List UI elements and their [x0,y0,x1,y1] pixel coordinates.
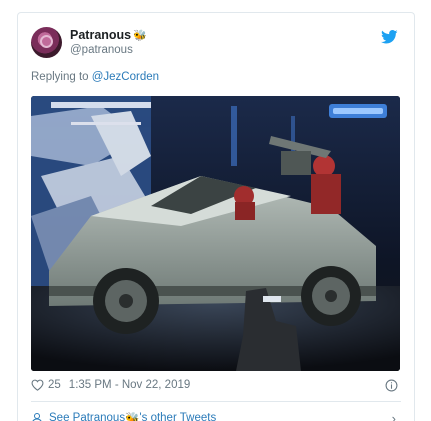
tweet-timestamp[interactable]: 1:35 PM - Nov 22, 2019 [69,379,190,391]
heart-icon[interactable] [31,379,44,391]
divider [31,401,401,402]
info-icon[interactable] [385,379,398,392]
reply-target-link[interactable]: @JezCorden [92,71,159,83]
replying-to: Replying to @JezCorden [31,71,160,83]
author-username[interactable]: @patranous [70,44,133,56]
twitter-bird-icon[interactable] [381,30,398,44]
cybertruck-scene-image [31,96,400,371]
bee-emoji: 🐝 [133,30,147,42]
chevron-right-icon[interactable]: › [392,411,396,421]
see-other-tweets-link[interactable]: See Patranous 🐝's other Tweets [31,411,216,421]
like-count[interactable]: 25 [48,379,61,391]
bee-emoji: 🐝 [125,413,140,421]
person-icon [32,413,42,421]
tweet-card: Patranous 🐝 @patranous Replying to @JezCo… [17,12,415,421]
tweet-media-image[interactable] [31,96,400,371]
avatar[interactable] [31,27,62,58]
author-display-name[interactable]: Patranous 🐝 [70,28,147,42]
tweet-meta: 25 1:35 PM - Nov 22, 2019 [31,379,190,391]
